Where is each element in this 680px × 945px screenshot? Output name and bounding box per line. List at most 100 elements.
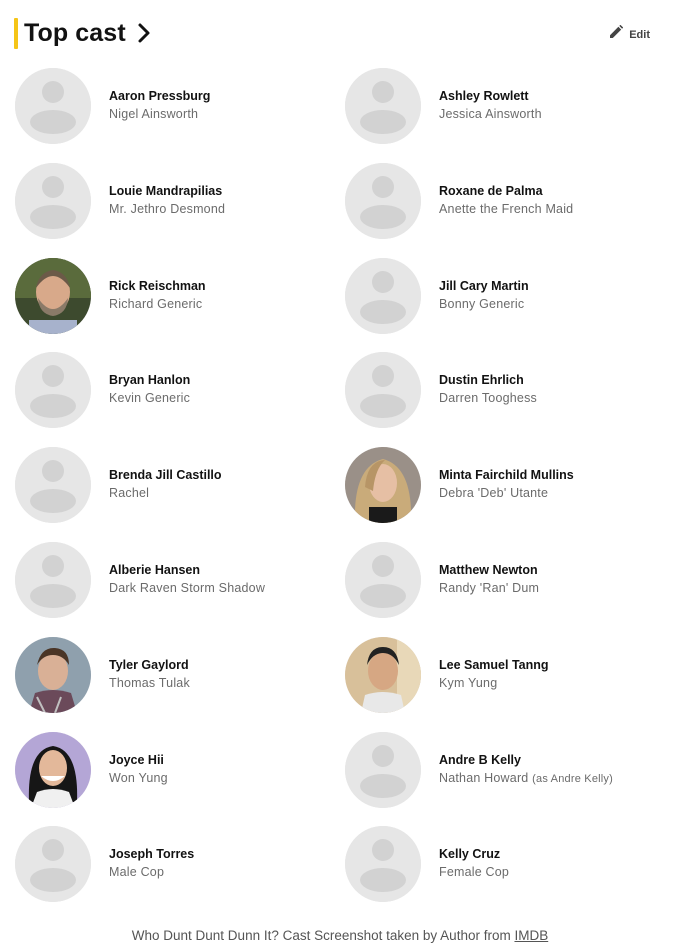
character-label: Bonny Generic	[439, 297, 525, 311]
imdb-link[interactable]: IMDB	[514, 928, 548, 943]
cast-text: Aaron Pressburg Nigel Ainsworth	[109, 88, 210, 124]
character-label: Mr. Jethro Desmond	[109, 202, 226, 216]
cast-item[interactable]: Minta Fairchild Mullins Debra 'Deb' Utant…	[345, 447, 665, 523]
cast-item[interactable]: Roxane de Palma Anette the French Maid	[345, 163, 665, 239]
actor-name[interactable]: Louie Mandrapilias	[109, 183, 225, 200]
actor-photo[interactable]	[345, 447, 421, 523]
actor-name[interactable]: Kelly Cruz	[439, 846, 509, 863]
actor-name[interactable]: Aaron Pressburg	[109, 88, 210, 105]
caption-text: Who Dunt Dunt Dunn It? Cast Screenshot t…	[131, 928, 515, 943]
actor-photo[interactable]	[345, 637, 421, 713]
character-name[interactable]: Kevin Generic	[109, 389, 190, 408]
avatar-placeholder-icon[interactable]	[345, 352, 421, 428]
character-name[interactable]: Anette the French Maid	[439, 200, 573, 219]
cast-item[interactable]: Louie Mandrapilias Mr. Jethro Desmond	[15, 163, 335, 239]
actor-name[interactable]: Minta Fairchild Mullins	[439, 467, 574, 484]
cast-item[interactable]: Rick Reischman Richard Generic	[15, 258, 335, 334]
cast-text: Bryan Hanlon Kevin Generic	[109, 372, 190, 408]
actor-name[interactable]: Lee Samuel Tanng	[439, 657, 549, 674]
character-name[interactable]: Jessica Ainsworth	[439, 105, 542, 124]
cast-item[interactable]: Kelly Cruz Female Cop	[345, 826, 665, 902]
actor-name[interactable]: Jill Cary Martin	[439, 278, 529, 295]
character-name[interactable]: Rachel	[109, 484, 222, 503]
cast-item[interactable]: Brenda Jill Castillo Rachel	[15, 447, 335, 523]
page-title: Top cast	[24, 18, 126, 47]
character-label: Nigel Ainsworth	[109, 107, 199, 121]
avatar-placeholder-icon[interactable]	[345, 258, 421, 334]
actor-photo[interactable]	[15, 732, 91, 808]
character-name[interactable]: Thomas Tulak	[109, 674, 190, 693]
actor-name[interactable]: Roxane de Palma	[439, 183, 573, 200]
cast-text: Roxane de Palma Anette the French Maid	[439, 183, 573, 219]
actor-photo[interactable]	[15, 637, 91, 713]
avatar-placeholder-icon[interactable]	[15, 542, 91, 618]
character-label: Won Yung	[109, 771, 168, 785]
avatar-placeholder-icon[interactable]	[15, 68, 91, 144]
avatar-placeholder-icon[interactable]	[15, 447, 91, 523]
cast-item[interactable]: Tyler Gaylord Thomas Tulak	[15, 637, 335, 713]
avatar-placeholder-icon[interactable]	[345, 826, 421, 902]
character-name[interactable]: Debra 'Deb' Utante	[439, 484, 574, 503]
cast-item[interactable]: Aaron Pressburg Nigel Ainsworth	[15, 68, 335, 144]
avatar-placeholder-icon[interactable]	[15, 826, 91, 902]
actor-name[interactable]: Brenda Jill Castillo	[109, 467, 222, 484]
cast-item[interactable]: Lee Samuel Tanng Kym Yung	[345, 637, 665, 713]
cast-item[interactable]: Ashley Rowlett Jessica Ainsworth	[345, 68, 665, 144]
actor-name[interactable]: Dustin Ehrlich	[439, 372, 537, 389]
actor-name[interactable]: Ashley Rowlett	[439, 88, 542, 105]
chevron-right-icon	[136, 21, 152, 45]
character-label: Debra 'Deb' Utante	[439, 486, 549, 500]
actor-name[interactable]: Joyce Hii	[109, 752, 168, 769]
credit-note: (as Andre Kelly)	[532, 772, 613, 785]
cast-item[interactable]: Matthew Newton Randy 'Ran' Dum	[345, 542, 665, 618]
actor-name[interactable]: Tyler Gaylord	[109, 657, 190, 674]
actor-name[interactable]: Bryan Hanlon	[109, 372, 190, 389]
character-label: Nathan Howard	[439, 770, 529, 785]
edit-button[interactable]: Edit	[609, 24, 650, 44]
character-name[interactable]: Bonny Generic	[439, 295, 529, 314]
cast-text: Rick Reischman Richard Generic	[109, 278, 206, 314]
character-name[interactable]: Female Cop	[439, 863, 509, 882]
cast-text: Ashley Rowlett Jessica Ainsworth	[439, 88, 542, 124]
avatar-placeholder-icon[interactable]	[345, 542, 421, 618]
character-name[interactable]: Male Cop	[109, 863, 194, 882]
actor-name[interactable]: Joseph Torres	[109, 846, 194, 863]
cast-item[interactable]: Joyce Hii Won Yung	[15, 732, 335, 808]
cast-text: Alberie Hansen Dark Raven Storm Shadow	[109, 562, 265, 598]
character-label: Randy 'Ran' Dum	[439, 581, 540, 595]
accent-bar	[14, 18, 18, 49]
avatar-placeholder-icon[interactable]	[15, 163, 91, 239]
cast-item[interactable]: Bryan Hanlon Kevin Generic	[15, 352, 335, 428]
character-name[interactable]: Richard Generic	[109, 295, 206, 314]
cast-text: Joyce Hii Won Yung	[109, 752, 168, 788]
cast-item[interactable]: Joseph Torres Male Cop	[15, 826, 335, 902]
character-name[interactable]: Darren Tooghess	[439, 389, 537, 408]
caption: Who Dunt Dunt Dunn It? Cast Screenshot t…	[0, 928, 680, 943]
avatar-placeholder-icon[interactable]	[345, 732, 421, 808]
avatar-placeholder-icon[interactable]	[345, 163, 421, 239]
character-name[interactable]: Kym Yung	[439, 674, 549, 693]
actor-name[interactable]: Rick Reischman	[109, 278, 206, 295]
character-label: Female Cop	[439, 865, 510, 879]
cast-text: Tyler Gaylord Thomas Tulak	[109, 657, 190, 693]
top-cast-title-link[interactable]: Top cast	[24, 17, 152, 49]
actor-photo[interactable]	[15, 258, 91, 334]
cast-text: Brenda Jill Castillo Rachel	[109, 467, 222, 503]
actor-name[interactable]: Alberie Hansen	[109, 562, 265, 579]
cast-item[interactable]: Andre B Kelly Nathan Howard (as Andre Kel…	[345, 732, 665, 808]
actor-name[interactable]: Andre B Kelly	[439, 752, 613, 769]
character-name[interactable]: Nathan Howard (as Andre Kelly)	[439, 769, 613, 789]
character-name[interactable]: Randy 'Ran' Dum	[439, 579, 539, 598]
cast-item[interactable]: Dustin Ehrlich Darren Tooghess	[345, 352, 665, 428]
character-name[interactable]: Mr. Jethro Desmond	[109, 200, 225, 219]
character-name[interactable]: Nigel Ainsworth	[109, 105, 210, 124]
character-name[interactable]: Dark Raven Storm Shadow	[109, 579, 265, 598]
character-name[interactable]: Won Yung	[109, 769, 168, 788]
avatar-placeholder-icon[interactable]	[345, 68, 421, 144]
cast-item[interactable]: Alberie Hansen Dark Raven Storm Shadow	[15, 542, 335, 618]
actor-name[interactable]: Matthew Newton	[439, 562, 539, 579]
character-label: Kevin Generic	[109, 391, 191, 405]
avatar-placeholder-icon[interactable]	[15, 352, 91, 428]
cast-item[interactable]: Jill Cary Martin Bonny Generic	[345, 258, 665, 334]
cast-text: Louie Mandrapilias Mr. Jethro Desmond	[109, 183, 225, 219]
